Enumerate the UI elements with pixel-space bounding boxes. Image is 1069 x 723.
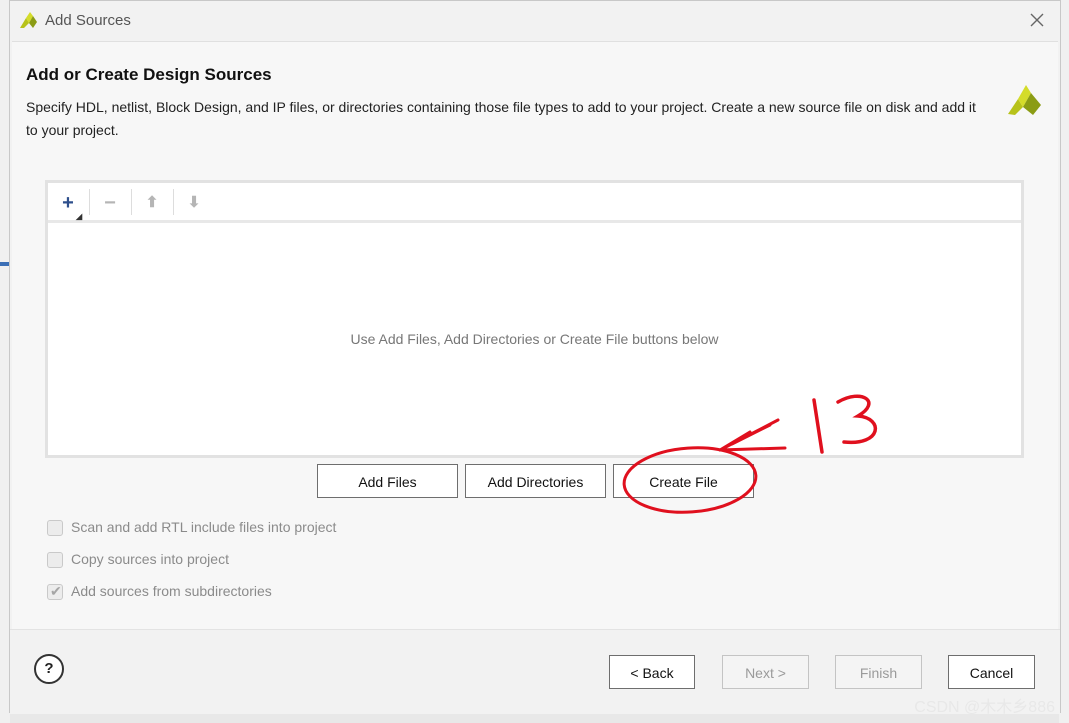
scan-rtl-label: Scan and add RTL include files into proj… <box>71 519 337 535</box>
arrow-down-icon: ⬇ <box>187 194 201 211</box>
file-list-toolbar: + ◢ − ⬆ ⬇ <box>48 183 1021 223</box>
back-button[interactable]: < Back <box>609 655 695 689</box>
add-source-button[interactable]: + ◢ <box>52 188 84 221</box>
help-icon: ? <box>44 660 54 677</box>
vivado-logo-icon <box>20 12 37 28</box>
help-button[interactable]: ? <box>34 654 64 684</box>
finish-button[interactable]: Finish <box>835 655 922 689</box>
add-directories-button[interactable]: Add Directories <box>465 464 606 498</box>
watermark: CSDN @木木乡886 <box>914 699 1055 716</box>
dropdown-corner-icon: ◢ <box>76 212 83 221</box>
add-files-button[interactable]: Add Files <box>317 464 458 498</box>
subdirectories-checkbox[interactable]: ✔ <box>47 583 63 600</box>
dialog-footer: ? < Back Next > Finish Cancel <box>10 629 1060 714</box>
copy-sources-label: Copy sources into project <box>71 551 229 567</box>
dialog-content: Add or Create Design Sources Specify HDL… <box>12 41 1058 630</box>
page-title: Add or Create Design Sources <box>26 65 272 84</box>
source-file-list[interactable]: + ◢ − ⬆ ⬇ Use Add Files, Add Directories… <box>45 180 1024 458</box>
page-description: Specify HDL, netlist, Block Design, and … <box>26 99 976 138</box>
cancel-button[interactable]: Cancel <box>948 655 1035 689</box>
checkmark-icon: ✔ <box>50 583 62 599</box>
next-button[interactable]: Next > <box>722 655 809 689</box>
move-up-button[interactable]: ⬆ <box>136 188 168 218</box>
toolbar-separator <box>173 189 174 215</box>
close-icon <box>1030 13 1044 27</box>
dialog-title: Add Sources <box>45 12 131 29</box>
arrow-up-icon: ⬆ <box>145 194 159 211</box>
minus-icon: − <box>104 192 116 214</box>
scan-rtl-checkbox[interactable] <box>47 520 63 536</box>
title-bar: Add Sources <box>10 1 1060 39</box>
copy-sources-checkbox[interactable] <box>47 552 63 568</box>
toolbar-separator <box>89 189 90 215</box>
plus-icon: + <box>62 192 74 214</box>
subdirectories-label: Add sources from subdirectories <box>71 583 272 599</box>
close-button[interactable] <box>1026 9 1048 31</box>
remove-source-button[interactable]: − <box>94 188 126 218</box>
move-down-button[interactable]: ⬇ <box>178 188 210 218</box>
toolbar-separator <box>131 189 132 215</box>
vivado-brand-icon <box>1008 85 1041 115</box>
empty-list-hint: Use Add Files, Add Directories or Create… <box>350 331 719 347</box>
add-sources-dialog: Add Sources Add or Create Design Sources… <box>9 0 1061 714</box>
create-file-button[interactable]: Create File <box>613 464 754 498</box>
